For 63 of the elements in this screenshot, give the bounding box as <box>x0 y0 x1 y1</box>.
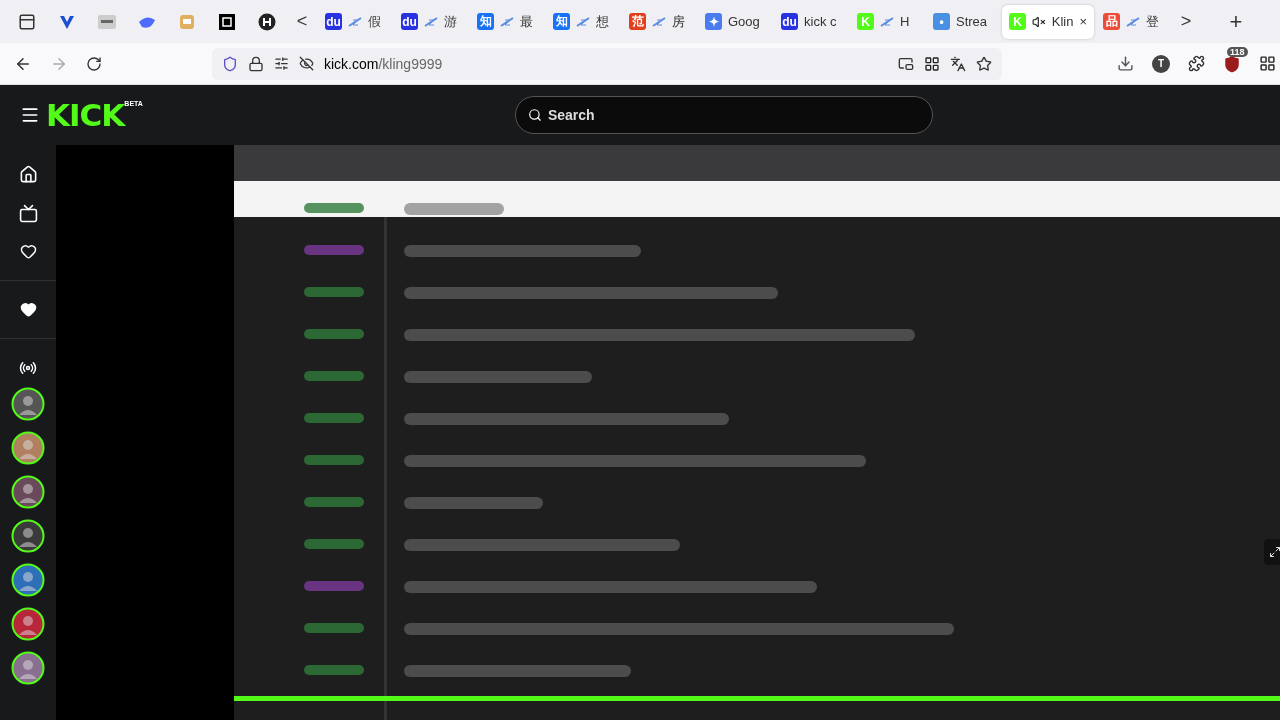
favicon: K <box>857 13 874 31</box>
grid-icon[interactable] <box>924 55 940 72</box>
browser-tab[interactable]: du 游 <box>394 4 468 39</box>
shield-icon[interactable] <box>1223 54 1241 73</box>
favicon: K <box>1009 13 1026 31</box>
reload-button[interactable] <box>86 55 102 72</box>
extensions-icon[interactable] <box>1188 55 1205 73</box>
favicon: du <box>325 13 342 31</box>
channel-avatar[interactable] <box>11 563 45 597</box>
scroll-tabs-right[interactable]: > <box>1172 11 1200 33</box>
permissions-icon[interactable] <box>274 56 289 72</box>
browser-tab[interactable]: K Klin × <box>1002 4 1094 39</box>
channel-avatar[interactable] <box>11 607 45 641</box>
kick-logo[interactable]: KICK <box>46 99 125 131</box>
browser-tab[interactable]: K H <box>850 4 924 39</box>
download-icon[interactable] <box>1117 55 1134 73</box>
heart-icon[interactable] <box>19 301 37 318</box>
favicon: du <box>401 13 418 31</box>
scroll-tabs-left[interactable]: < <box>288 11 316 33</box>
tracking-icon <box>299 56 314 72</box>
channel-avatar[interactable] <box>11 651 45 685</box>
browser-tab[interactable]: 品 登 <box>1096 4 1170 39</box>
channel-avatar[interactable] <box>11 431 45 465</box>
muted-icon[interactable] <box>1032 14 1046 29</box>
browser-tab[interactable]: du kick c <box>774 4 848 39</box>
extension-badge: 118 <box>1227 46 1248 57</box>
search-field[interactable]: Search <box>514 96 933 134</box>
browser-tab[interactable]: 知 想 <box>546 4 620 39</box>
home-icon[interactable] <box>18 165 38 184</box>
favicon: 知 <box>553 13 570 31</box>
channel-avatar[interactable] <box>11 387 45 421</box>
lock-icon <box>248 55 264 72</box>
menu-icon[interactable] <box>20 105 40 125</box>
shield-icon <box>222 55 238 72</box>
browser-tab[interactable]: ✦ Goog <box>698 4 772 39</box>
favicon: 知 <box>477 13 494 31</box>
browser-tab[interactable]: du 假 <box>318 4 392 39</box>
favicon: 范 <box>629 13 646 31</box>
channel-avatar[interactable] <box>11 475 45 509</box>
expand-button[interactable] <box>1264 539 1280 565</box>
expand-icon <box>1269 546 1280 558</box>
heart-icon[interactable] <box>19 243 37 260</box>
browse-icon[interactable] <box>18 204 38 223</box>
picture-in-picture-icon[interactable] <box>898 55 914 72</box>
translate-icon[interactable] <box>950 55 966 72</box>
new-tab-button[interactable]: + <box>1222 8 1250 35</box>
favicon: 品 <box>1103 13 1120 31</box>
channel-avatar[interactable] <box>11 519 45 553</box>
favicon: du <box>781 13 798 31</box>
favicon: • <box>933 13 950 31</box>
url-host: kick.com <box>324 55 379 72</box>
close-tab-button[interactable]: × <box>1079 14 1087 30</box>
bookmark-icon[interactable] <box>976 55 992 72</box>
url-path: /kling9999 <box>378 55 443 72</box>
profile-avatar[interactable]: T <box>1152 54 1170 73</box>
browser-tab[interactable]: • Strea <box>926 4 1000 39</box>
browser-tab[interactable]: 知 最 <box>470 4 544 39</box>
apps-icon[interactable] <box>1259 55 1276 73</box>
favicon: ✦ <box>705 13 722 31</box>
search-icon <box>527 108 542 122</box>
live-icon[interactable] <box>19 359 37 377</box>
browser-tab[interactable]: 范 房 <box>622 4 696 39</box>
address-bar[interactable]: kick.com/kling9999 <box>212 47 1002 80</box>
